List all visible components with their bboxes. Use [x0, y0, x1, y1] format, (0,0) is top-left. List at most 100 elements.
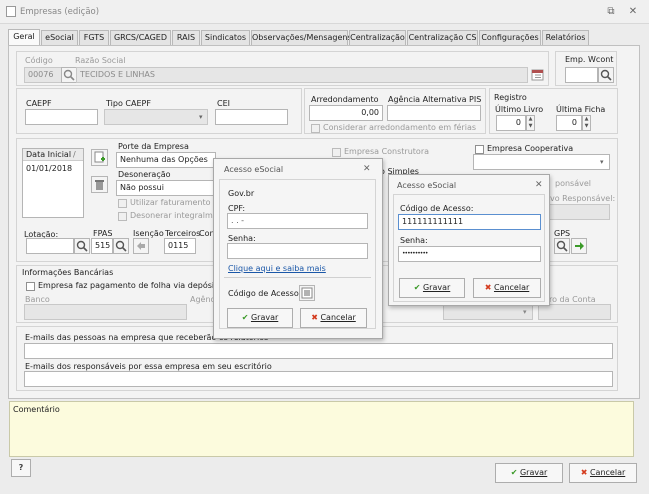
- dialog1-cpf-field[interactable]: . . -: [227, 213, 368, 229]
- dialog1-cancelar-label: Cancelar: [320, 313, 356, 322]
- ultimo-livro-field[interactable]: 0: [496, 115, 526, 131]
- tab-configuracoes[interactable]: Configurações: [479, 30, 541, 45]
- caepf-field[interactable]: [25, 109, 98, 125]
- checkmark-icon: ✔: [413, 283, 421, 292]
- gps-search-button[interactable]: [554, 238, 570, 254]
- list-icon: [301, 287, 313, 299]
- codigo-search-button[interactable]: [61, 67, 77, 83]
- help-button[interactable]: ?: [11, 459, 31, 477]
- tab-fgts[interactable]: FGTS: [79, 30, 109, 45]
- desoneracao-select[interactable]: Não possui: [116, 180, 216, 196]
- tab-rais[interactable]: RAIS: [172, 30, 200, 45]
- ultima-ficha-spinner[interactable]: ▲ ▼: [582, 115, 591, 131]
- trash-icon: [95, 180, 104, 190]
- dialog1-gravar-button[interactable]: ✔ Gravar: [227, 308, 293, 328]
- construtora-checkbox[interactable]: [332, 148, 341, 157]
- responsavel-field[interactable]: [548, 204, 610, 220]
- porte-label: Porte da Empresa: [118, 142, 189, 151]
- cooperativa-checkbox[interactable]: [475, 145, 484, 154]
- tab-esocial[interactable]: eSocial: [41, 30, 78, 45]
- dialog1-close-icon[interactable]: ✕: [363, 164, 371, 174]
- tipo-caepf-select[interactable]: [104, 109, 208, 125]
- codigo-field[interactable]: 00076: [24, 67, 62, 83]
- desonerar-checkbox[interactable]: [118, 212, 127, 221]
- utilizar-faturamento-checkbox[interactable]: [118, 199, 127, 208]
- checkmark-icon: ✔: [241, 313, 249, 322]
- tab-centralizacao[interactable]: Centralização: [349, 30, 406, 45]
- tab-grcs-caged[interactable]: GRCS/CAGED: [110, 30, 171, 45]
- considerar-arredondamento-checkbox[interactable]: [311, 124, 320, 133]
- data-inicial-header[interactable]: Data Inicial /: [23, 149, 83, 161]
- footer-gravar-button[interactable]: ✔ Gravar: [495, 463, 563, 483]
- fpas-search-button[interactable]: [113, 238, 129, 254]
- restore-icon[interactable]: ⧉: [604, 5, 618, 19]
- search-icon: [115, 240, 127, 252]
- tipo-conta-select[interactable]: [443, 304, 533, 320]
- dialog1-codigo-button[interactable]: [299, 285, 315, 301]
- chevron-down-icon: ▾: [600, 158, 604, 166]
- razao-social-field[interactable]: TECIDOS E LINHAS: [76, 67, 528, 83]
- dialog2-gravar-button[interactable]: ✔ Gravar: [399, 278, 465, 298]
- sort-icon: /: [73, 150, 76, 159]
- cancel-icon: ✖: [484, 283, 492, 292]
- dialog2-gravar-label: Gravar: [422, 283, 451, 292]
- ultima-ficha-label: Última Ficha: [556, 105, 606, 114]
- emails-empresa-field[interactable]: [24, 343, 613, 359]
- cei-field[interactable]: [215, 109, 288, 125]
- terceiros-label: Terceiros: [165, 229, 201, 238]
- porte-select[interactable]: Nenhuma das Opções: [116, 152, 216, 168]
- agencia-alternativa-field[interactable]: [387, 105, 481, 121]
- lotacao-search-button[interactable]: [74, 238, 90, 254]
- ultimo-livro-spinner[interactable]: ▲ ▼: [526, 115, 535, 131]
- tab-centralizacao-cs[interactable]: Centralização CS: [407, 30, 478, 45]
- tab-observacoes[interactable]: Observações/Mensagens: [251, 30, 352, 45]
- delete-date-button[interactable]: [91, 176, 108, 193]
- data-inicial-row[interactable]: 01/01/2018: [26, 164, 72, 173]
- isencao-button[interactable]: [133, 238, 149, 254]
- dialog2-senha-field[interactable]: ••••••••••: [398, 246, 541, 262]
- emp-wcont-search-button[interactable]: [598, 67, 614, 83]
- dialog1-saiba-mais-link[interactable]: Clique aqui e saiba mais: [228, 264, 326, 273]
- dialog1-divider: [224, 277, 371, 278]
- lotacao-field[interactable]: [26, 238, 74, 254]
- emails-responsaveis-field[interactable]: [24, 371, 613, 387]
- window-titlebar: Empresas (edição) ⧉ ✕: [0, 0, 649, 24]
- data-inicial-header-label: Data Inicial: [26, 150, 72, 159]
- comentario-area[interactable]: Comentário: [9, 401, 634, 457]
- tab-sindicatos[interactable]: Sindicatos: [201, 30, 250, 45]
- dialog1-cpf-label: CPF:: [228, 204, 246, 213]
- pagamento-deposito-checkbox[interactable]: [26, 282, 35, 291]
- acesso-esocial-dialog-codigo: Acesso eSocial ✕ Código de Acesso: 11111…: [388, 174, 550, 306]
- dialog2-cancelar-button[interactable]: ✖ Cancelar: [473, 278, 541, 298]
- dialog1-senha-field[interactable]: [227, 243, 368, 259]
- tab-geral[interactable]: Geral: [8, 29, 40, 45]
- tab-relatorios[interactable]: Relatórios: [542, 30, 589, 45]
- calendar-icon[interactable]: [531, 68, 545, 82]
- emails-responsaveis-label: E-mails dos responsáveis por essa empres…: [25, 362, 272, 371]
- add-date-button[interactable]: [91, 149, 108, 166]
- emp-wcont-label: Emp. Wcont: [565, 55, 614, 64]
- terceiros-field[interactable]: 0115: [164, 238, 196, 254]
- dialog2-close-icon[interactable]: ✕: [535, 180, 543, 190]
- close-window-icon[interactable]: ✕: [626, 5, 640, 19]
- numero-conta-field[interactable]: [538, 304, 611, 320]
- utilizar-faturamento-label: Utilizar faturamento co: [130, 198, 223, 207]
- dialog1-cancelar-button[interactable]: ✖ Cancelar: [300, 308, 367, 328]
- data-inicial-list[interactable]: Data Inicial / 01/01/2018: [22, 148, 84, 218]
- arredondamento-field[interactable]: 0,00: [309, 105, 383, 121]
- acesso-esocial-dialog-govbr: Acesso eSocial ✕ Gov.br CPF: . . - Senha…: [213, 158, 383, 339]
- emp-wcont-group: Emp. Wcont: [555, 51, 617, 86]
- footer-cancelar-button[interactable]: ✖ Cancelar: [569, 463, 637, 483]
- emp-wcont-field[interactable]: [565, 67, 598, 83]
- fpas-field[interactable]: 515: [91, 238, 113, 254]
- dialog2-codigo-field[interactable]: 111111111111: [398, 214, 541, 230]
- ultima-ficha-field[interactable]: 0: [556, 115, 582, 131]
- cei-label: CEI: [217, 99, 230, 108]
- registro-label: Registro: [494, 93, 527, 102]
- comentario-label: Comentário: [13, 405, 60, 414]
- fpas-label: FPAS: [93, 229, 113, 238]
- responsavel-label: ponsável: [555, 179, 591, 188]
- gps-go-button[interactable]: [571, 238, 587, 254]
- cooperativa-select[interactable]: [473, 154, 610, 170]
- banco-field[interactable]: [24, 304, 187, 320]
